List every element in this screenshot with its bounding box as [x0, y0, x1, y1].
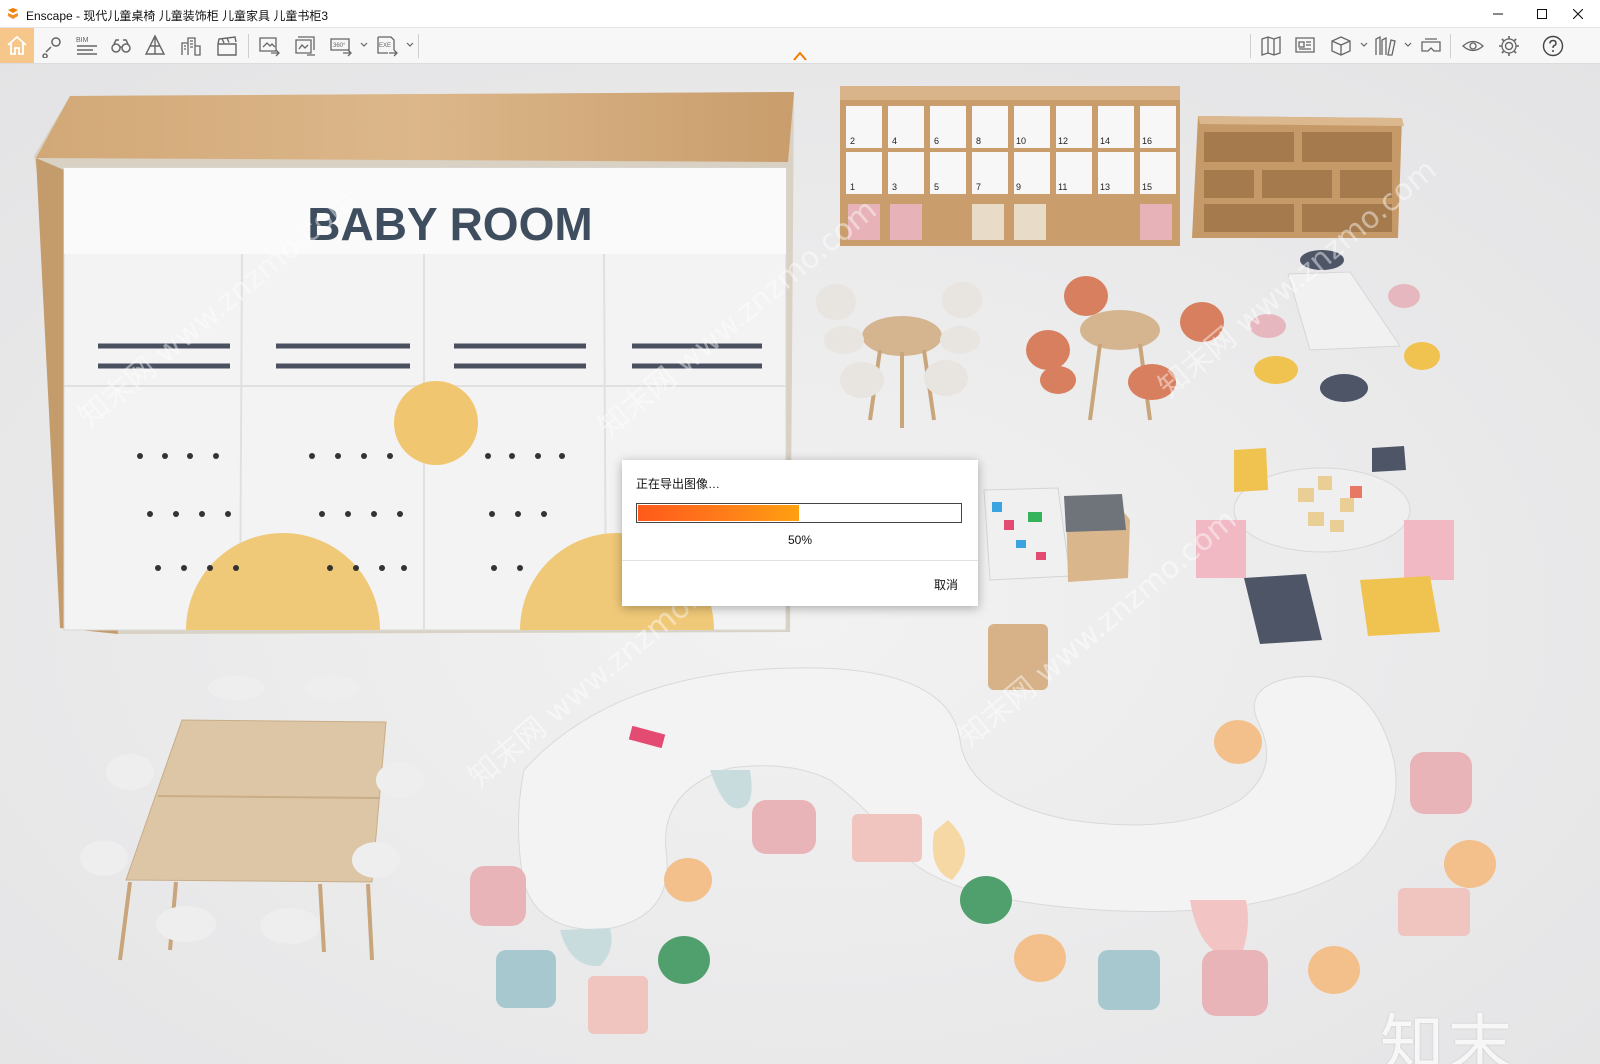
toolbar-separator: [1450, 34, 1451, 58]
export-progress-bar: [636, 503, 962, 523]
home-button[interactable]: [0, 28, 34, 63]
export-progress-dialog: 正在导出图像… 50% 取消: [622, 460, 978, 606]
home-icon: [7, 35, 27, 55]
binoculars-button[interactable]: [106, 31, 136, 61]
watermark-brand: 知末: [1380, 1009, 1516, 1064]
cubby-number: 14: [1100, 136, 1110, 146]
window-title: Enscape - 现代儿童桌椅 儿童装饰柜 儿童家具 儿童书柜3: [26, 9, 329, 23]
binoculars-icon: [111, 39, 131, 53]
cubby-number: 8: [976, 136, 981, 146]
cubby-number: 11: [1058, 182, 1067, 192]
help-button[interactable]: [1538, 31, 1568, 61]
eye-button[interactable]: [1458, 31, 1488, 61]
cubby-number: 15: [1142, 182, 1152, 192]
slideshow-button[interactable]: [1290, 31, 1320, 61]
toolbar-separator: [418, 34, 419, 58]
library-button[interactable]: [1370, 31, 1400, 61]
eye-icon: [1462, 40, 1484, 52]
map-icon: [1261, 36, 1281, 56]
cancel-button[interactable]: 取消: [934, 576, 958, 593]
cubby-number: 3: [892, 182, 897, 192]
export-exe-button[interactable]: EXE: [372, 31, 402, 61]
vr-headset-button[interactable]: [1416, 31, 1446, 61]
close-icon: [1573, 9, 1583, 19]
cube-icon: [1331, 36, 1351, 56]
clapperboard-icon: [217, 36, 237, 56]
export-exe-icon: EXE: [377, 36, 398, 57]
export-status-message: 正在导出图像…: [636, 477, 721, 491]
gear-icon: [1499, 36, 1519, 56]
batch-render-icon: [295, 36, 315, 56]
cubby-number: 10: [1016, 136, 1026, 146]
bim-icon: BIM: [76, 37, 97, 55]
help-icon: [1542, 35, 1564, 57]
minimize-button[interactable]: [1476, 0, 1520, 28]
map-button[interactable]: [1256, 31, 1286, 61]
cubby-number: 16: [1142, 136, 1152, 146]
slideshow-icon: [1295, 37, 1315, 53]
screenshot-button[interactable]: [254, 31, 284, 61]
toolbar-separator: [248, 34, 249, 58]
buildings-icon: [181, 37, 201, 56]
chevron-down-icon[interactable]: [406, 41, 414, 49]
panorama-label: 360°: [333, 43, 346, 49]
maximize-icon: [1537, 9, 1547, 19]
chevron-down-icon[interactable]: [1360, 41, 1368, 49]
buildings-button[interactable]: [176, 31, 206, 61]
vr-headset-icon: [1421, 38, 1441, 52]
location-button[interactable]: [38, 31, 68, 61]
export-exe-label: EXE: [379, 43, 391, 49]
chevron-down-icon[interactable]: [1404, 41, 1412, 49]
location-icon: [42, 37, 61, 58]
cubby-number: 4: [892, 136, 897, 146]
progress-fill: [638, 505, 799, 521]
toolbar-separator: [1250, 34, 1251, 58]
enscape-logo-icon: [8, 8, 18, 19]
cubby-number: 2: [850, 136, 855, 146]
dialog-divider: [622, 560, 978, 561]
perspective-button[interactable]: [140, 31, 170, 61]
perspective-icon: [144, 34, 166, 55]
bim-label: BIM: [76, 37, 89, 44]
settings-button[interactable]: [1494, 31, 1524, 61]
cubby-number: 6: [934, 136, 939, 146]
cubby-number: 5: [934, 182, 939, 192]
bim-button[interactable]: BIM: [72, 31, 102, 61]
cubby-shelf: 2 4 6 8 10 12 14 16 1 3 5 7 9 11 13 15: [840, 86, 1180, 246]
cubby-number: 12: [1058, 136, 1068, 146]
screenshot-icon: [259, 37, 280, 57]
close-button[interactable]: [1556, 0, 1600, 28]
cubby-number: 13: [1100, 182, 1110, 192]
collapse-toolbar-icon[interactable]: [792, 50, 808, 62]
library-icon: [1375, 35, 1396, 56]
cubby-number: 9: [1016, 182, 1021, 192]
minimize-icon: [1493, 13, 1503, 15]
panorama-button[interactable]: 360°: [326, 31, 356, 61]
clapperboard-button[interactable]: [212, 31, 242, 61]
chevron-down-icon[interactable]: [360, 41, 368, 49]
panorama-icon: 360°: [330, 38, 352, 57]
title-bar: Enscape - 现代儿童桌椅 儿童装饰柜 儿童家具 儿童书柜3: [0, 0, 1600, 28]
cube-button[interactable]: [1326, 31, 1356, 61]
batch-render-button[interactable]: [290, 31, 320, 61]
cubby-number: 7: [976, 182, 981, 192]
progress-percent: 50%: [787, 533, 813, 547]
